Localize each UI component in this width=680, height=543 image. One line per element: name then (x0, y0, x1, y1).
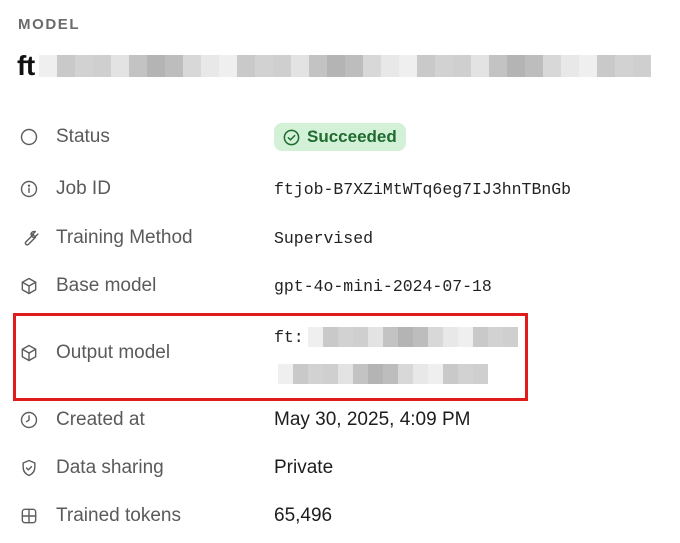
base-model-label: Base model (56, 275, 157, 296)
grid-icon (18, 505, 40, 527)
section-label: MODEL (18, 16, 81, 33)
training-method-label: Training Method (56, 227, 193, 248)
redacted-output-line-1 (307, 327, 518, 347)
status-row: Status Succeeded (0, 122, 680, 152)
data-sharing-row: Data sharing Private (0, 453, 680, 483)
model-title: ft (17, 46, 651, 86)
job-id-value: ftjob-B7XZiMtWTq6eg7IJ3hnTBnGb (274, 179, 572, 199)
cube-icon (18, 275, 40, 297)
clock-icon (18, 409, 40, 431)
status-label: Status (56, 126, 110, 147)
output-model-value: ft: (274, 322, 518, 389)
info-icon (18, 178, 40, 200)
redacted-model-name (38, 50, 651, 82)
trained-tokens-value: 65,496 (274, 505, 333, 526)
status-value: Succeeded (307, 127, 397, 146)
data-sharing-value: Private (274, 457, 334, 478)
trained-tokens-row: Trained tokens 65,496 (0, 501, 680, 531)
created-at-row: Created at May 30, 2025, 4:09 PM (0, 405, 680, 435)
status-badge: Succeeded (274, 123, 406, 151)
training-method-value: Supervised (274, 228, 374, 248)
data-sharing-label: Data sharing (56, 457, 164, 478)
job-id-label: Job ID (56, 178, 111, 199)
redacted-output-line-2 (278, 359, 518, 389)
base-model-value: gpt-4o-mini-2024-07-18 (274, 276, 492, 296)
base-model-row: Base model gpt-4o-mini-2024-07-18 (0, 271, 680, 301)
wrench-icon (18, 227, 40, 249)
shield-check-icon (18, 457, 40, 479)
training-method-row: Training Method Supervised (0, 223, 680, 253)
model-name-prefix: ft (17, 50, 35, 81)
job-id-row: Job ID ftjob-B7XZiMtWTq6eg7IJ3hnTBnGb (0, 174, 680, 204)
circle-icon (18, 126, 40, 148)
trained-tokens-label: Trained tokens (56, 505, 181, 526)
created-at-value: May 30, 2025, 4:09 PM (274, 409, 471, 430)
check-circle-icon (283, 129, 300, 145)
output-model-label: Output model (56, 342, 171, 363)
created-at-label: Created at (56, 409, 145, 430)
cube-icon (18, 342, 40, 364)
output-model-prefix: ft: (274, 327, 304, 347)
